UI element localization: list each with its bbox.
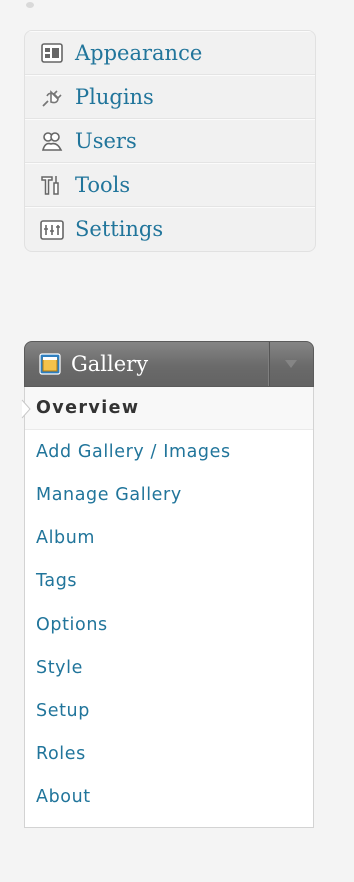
- menu-item-users[interactable]: Users: [25, 119, 315, 163]
- plugins-icon: [39, 85, 65, 109]
- gallery-menu-title: Gallery: [71, 352, 149, 376]
- users-icon: [39, 129, 65, 153]
- submenu-item-album[interactable]: Album: [25, 517, 313, 560]
- submenu-item-style[interactable]: Style: [25, 646, 313, 689]
- submenu-item-overview[interactable]: Overview: [25, 387, 313, 431]
- submenu-item-manage-gallery[interactable]: Manage Gallery: [25, 473, 313, 516]
- submenu-item-about[interactable]: About: [25, 776, 313, 819]
- submenu-item-tags[interactable]: Tags: [25, 560, 313, 603]
- triangle-down-icon: [285, 360, 297, 368]
- gallery-submenu: Overview Add Gallery / Images Manage Gal…: [21, 387, 314, 828]
- submenu-item-options[interactable]: Options: [25, 603, 313, 646]
- submenu-item-roles[interactable]: Roles: [25, 733, 313, 776]
- menu-item-label: Appearance: [75, 40, 203, 65]
- submenu-item-setup[interactable]: Setup: [25, 689, 313, 732]
- settings-icon: [39, 218, 65, 242]
- gallery-menu-header[interactable]: Gallery: [24, 341, 314, 387]
- menu-item-label: Plugins: [75, 84, 154, 109]
- menu-item-label: Settings: [75, 217, 164, 241]
- gallery-icon: [39, 353, 61, 375]
- menu-toggle-button[interactable]: [268, 342, 313, 386]
- menu-item-tools[interactable]: Tools: [25, 163, 315, 207]
- appearance-icon: [39, 41, 65, 65]
- admin-menu: Appearance Plugins Users Tools Settings: [24, 30, 316, 252]
- menu-item-settings[interactable]: Settings: [25, 207, 315, 251]
- current-indicator-icon: [21, 399, 31, 419]
- menu-item-plugins[interactable]: Plugins: [25, 75, 315, 119]
- scroll-indicator: [26, 2, 34, 8]
- menu-item-appearance[interactable]: Appearance: [25, 31, 315, 75]
- tools-icon: [39, 173, 65, 197]
- submenu-item-add-gallery-images[interactable]: Add Gallery / Images: [25, 430, 313, 473]
- menu-item-label: Tools: [75, 172, 131, 197]
- menu-item-label: Users: [75, 128, 137, 153]
